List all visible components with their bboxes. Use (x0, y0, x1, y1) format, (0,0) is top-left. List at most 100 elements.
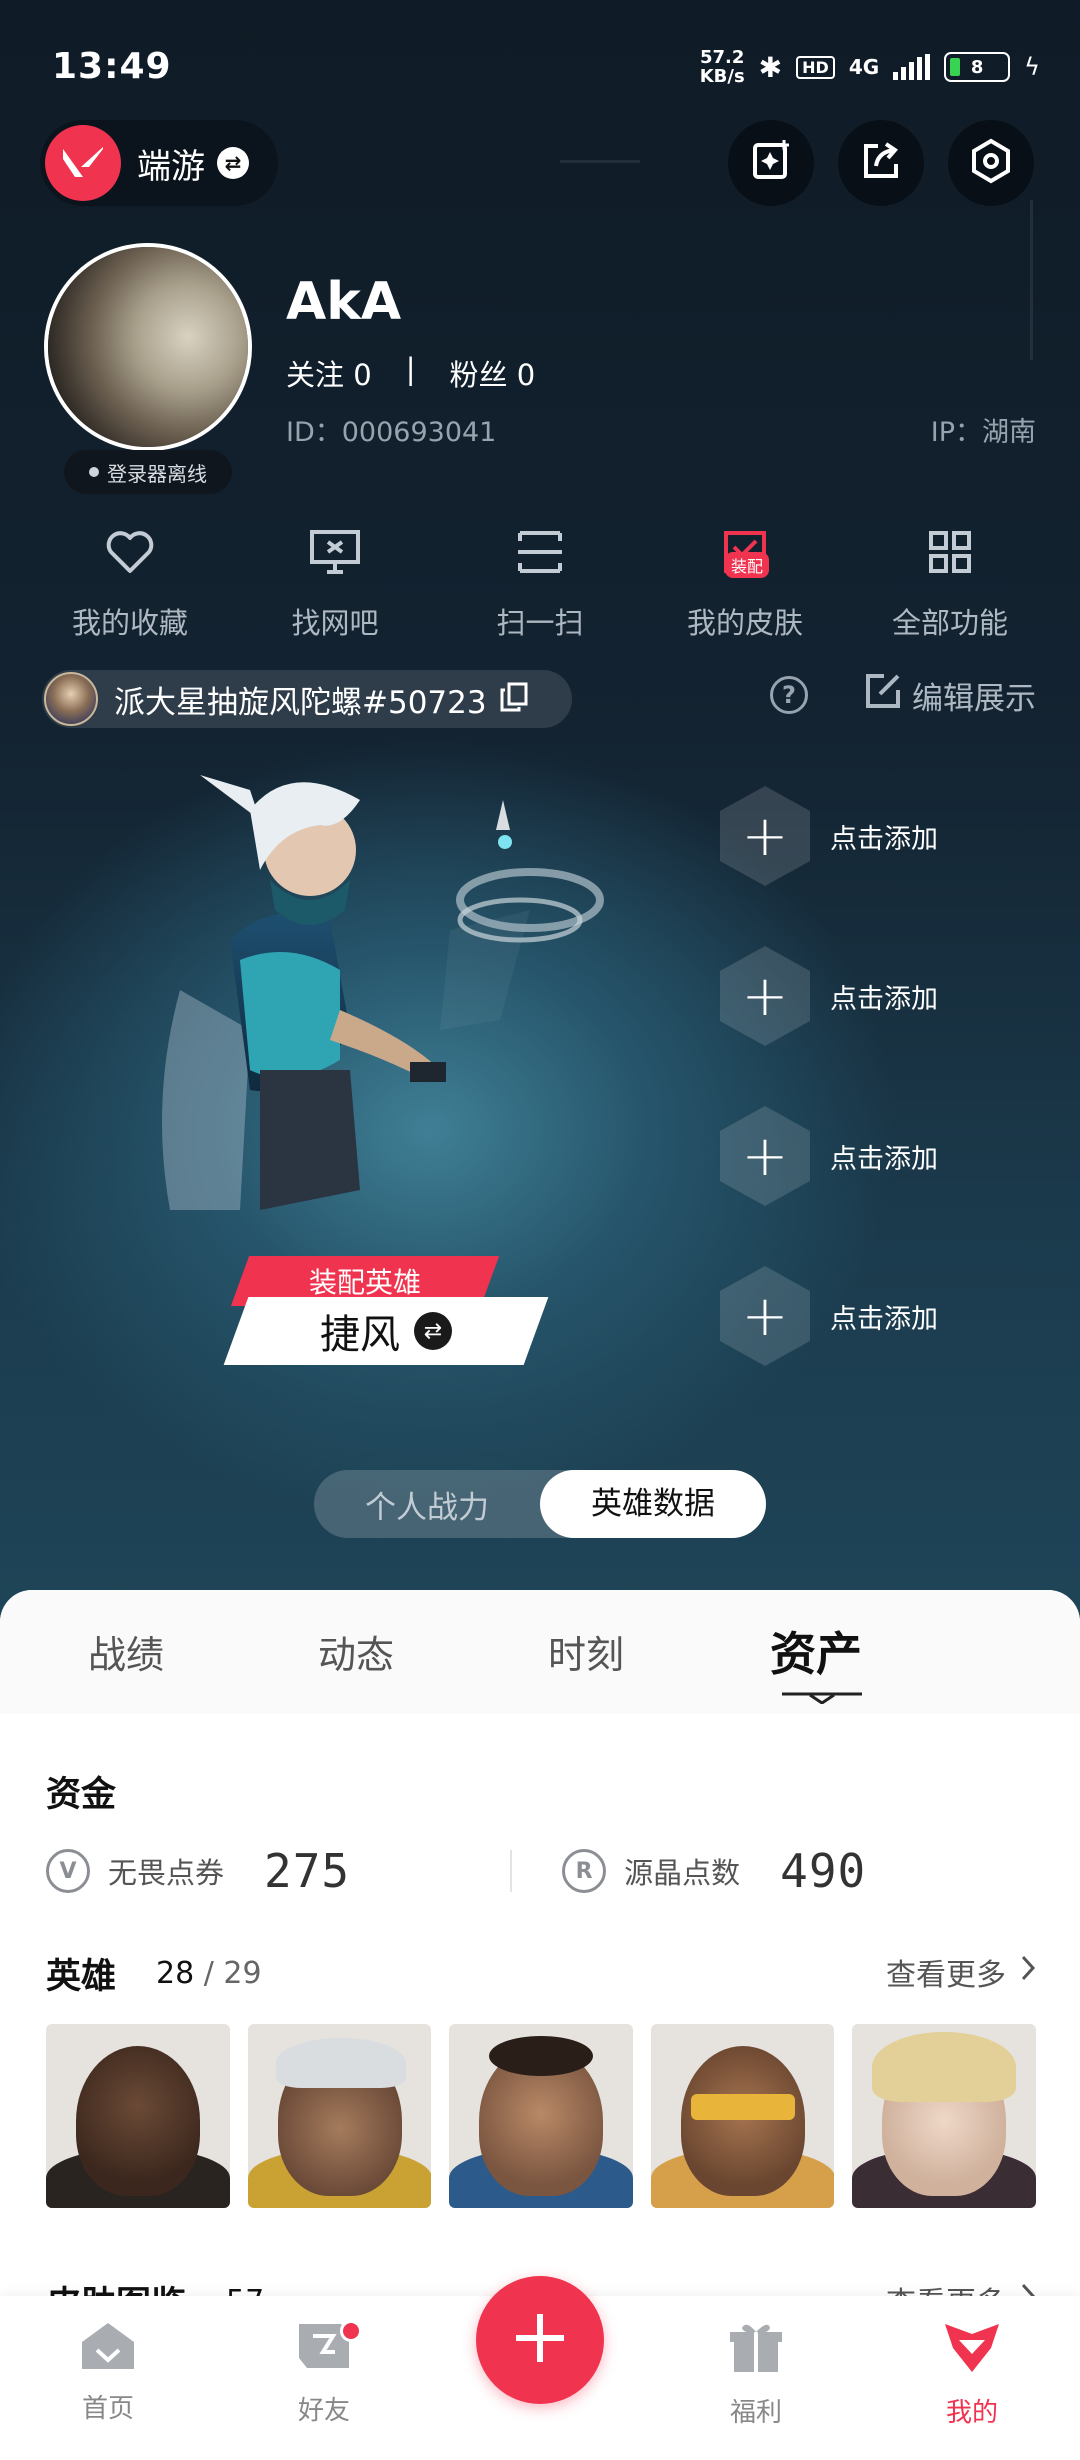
tab-activity[interactable]: 动态 (318, 1624, 394, 1679)
plus-icon: + (720, 946, 810, 1046)
edit-icon (864, 672, 902, 718)
nav-profile[interactable]: 我的 (892, 2320, 1052, 2429)
heroes-title: 英雄 (46, 1957, 117, 1997)
plus-icon (512, 2310, 568, 2370)
hd-icon: HD (796, 55, 835, 79)
scan-icon (510, 522, 570, 582)
chevron-right-icon (1020, 1954, 1036, 1990)
heroes-header: 英雄 28 / 29 查看更多 (46, 1948, 1036, 1999)
app-switch-button[interactable]: 端游 ⇄ (40, 120, 278, 206)
tab-moments[interactable]: 时刻 (548, 1624, 624, 1679)
copy-icon[interactable] (499, 681, 529, 717)
monitor-icon (305, 522, 365, 582)
skin-equip-badge: 装配 (725, 552, 770, 578)
decorative-line (560, 160, 640, 163)
heart-icon (100, 522, 160, 582)
add-slot[interactable]: + 点击添加 (720, 1106, 938, 1206)
profile-icon (941, 2320, 1003, 2380)
sparkle-card-button[interactable] (728, 120, 814, 206)
valorant-points-icon: V (46, 1849, 90, 1893)
nav-home[interactable]: 首页 (28, 2320, 188, 2425)
player-card-avatar (44, 672, 98, 726)
user-id: ID：000693041 (286, 417, 497, 448)
nav-create-button[interactable] (476, 2276, 604, 2404)
nav-friends[interactable]: 好友 (244, 2320, 404, 2427)
plus-icon: + (720, 1106, 810, 1206)
agent-name: 捷风 (320, 1312, 400, 1358)
edit-display-button[interactable]: 编辑展示 (864, 672, 1036, 718)
gift-icon (728, 2320, 784, 2380)
app-name: 端游 (137, 146, 205, 187)
bottom-navigation: 首页 好友 福利 我的 (0, 2276, 1080, 2460)
home-icon (79, 2320, 137, 2376)
quick-find-netcafe[interactable]: 找网吧 (235, 522, 435, 642)
share-icon (858, 138, 904, 188)
divider (510, 1850, 513, 1892)
status-badge: 登录器离线 (64, 450, 232, 494)
fans-stat[interactable]: 粉丝 0 (449, 352, 535, 394)
agent-tile[interactable] (247, 2024, 432, 2208)
radianite-points-icon: R (562, 1849, 607, 1893)
player-riot-id: 派大星抽旋风陀螺#50723 (114, 684, 487, 721)
fund-value: 490 (780, 1844, 867, 1898)
share-button[interactable] (838, 120, 924, 206)
tab-indicator (782, 1692, 862, 1704)
username: AkA (286, 272, 402, 332)
avatar[interactable] (44, 243, 252, 451)
notification-dot (340, 2320, 362, 2342)
toggle-agent-data[interactable]: 英雄数据 (540, 1470, 766, 1538)
agent-tile[interactable] (46, 2024, 230, 2208)
charging-icon: ϟ (1024, 53, 1040, 81)
quick-all-features[interactable]: 全部功能 (850, 522, 1050, 642)
avatar-image (48, 247, 248, 447)
agent-name-button[interactable]: 捷风 ⇄ (223, 1297, 549, 1365)
network-type: 4G (848, 55, 880, 79)
signal-icon (893, 54, 931, 80)
agent-tile[interactable] (449, 2024, 633, 2208)
status-dot-icon (89, 467, 99, 477)
status-time: 13:49 (52, 46, 172, 87)
agent-tile[interactable] (852, 2024, 1036, 2208)
quick-actions: 我的收藏 找网吧 扫一扫 装配 我的皮肤 全部功能 (30, 522, 1050, 642)
plus-icon: + (720, 786, 810, 886)
follow-stats: 关注 0 | 粉丝 0 (286, 352, 535, 394)
net-speed: 57.2 KB/s (699, 47, 745, 87)
valorant-logo-icon (45, 125, 121, 201)
player-name-chip[interactable]: 派大星抽旋风陀螺#50723 (42, 670, 572, 728)
skin-icon: 装配 (715, 522, 775, 582)
battery-icon: 8 (944, 52, 1011, 82)
fund-label: 无畏点券 (108, 1856, 225, 1890)
toggle-personal-power[interactable]: 个人战力 (314, 1482, 540, 1527)
add-slot[interactable]: + 点击添加 (720, 946, 938, 1046)
add-slot[interactable]: + 点击添加 (720, 786, 938, 886)
following-stat[interactable]: 关注 0 (286, 352, 372, 394)
stat-separator: | (405, 352, 416, 386)
fund-value: 275 (264, 1844, 351, 1898)
heroes-view-more[interactable]: 查看更多 (886, 1950, 1036, 1994)
ip-location: IP：湖南 (930, 417, 1036, 448)
add-slot[interactable]: + 点击添加 (720, 1266, 938, 1366)
swap-icon: ⇄ (217, 147, 249, 179)
agent-illustration (162, 775, 604, 1210)
content-tabs: 战绩 动态 时刻 资产 (0, 1590, 1080, 1714)
bluetooth-icon: ✱ (758, 50, 783, 84)
tab-assets[interactable]: 资产 (770, 1618, 862, 1684)
status-icons: 57.2 KB/s ✱ HD 4G 8 ϟ (700, 48, 1040, 86)
funds-title: 资金 (46, 1775, 117, 1815)
grid-icon (920, 522, 980, 582)
plus-icon: + (720, 1266, 810, 1366)
settings-button[interactable] (948, 120, 1034, 206)
settings-hex-icon (968, 138, 1014, 188)
quick-my-skins[interactable]: 装配 我的皮肤 (645, 522, 845, 642)
status-bar: 13:49 57.2 KB/s ✱ HD 4G 8 ϟ (0, 0, 1080, 130)
stats-toggle: 个人战力 英雄数据 (314, 1470, 766, 1538)
quick-favorites[interactable]: 我的收藏 (30, 522, 230, 642)
quick-scan[interactable]: 扫一扫 (440, 522, 640, 642)
nav-welfare[interactable]: 福利 (676, 2320, 836, 2429)
funds-row: V 无畏点券 275 R 源晶点数 490 (46, 1836, 1046, 1906)
agent-tile[interactable] (650, 2024, 835, 2208)
help-icon[interactable]: ? (770, 676, 808, 714)
sparkle-card-icon (748, 138, 794, 188)
tab-match-record[interactable]: 战绩 (88, 1624, 164, 1679)
swap-icon: ⇄ (414, 1312, 452, 1350)
